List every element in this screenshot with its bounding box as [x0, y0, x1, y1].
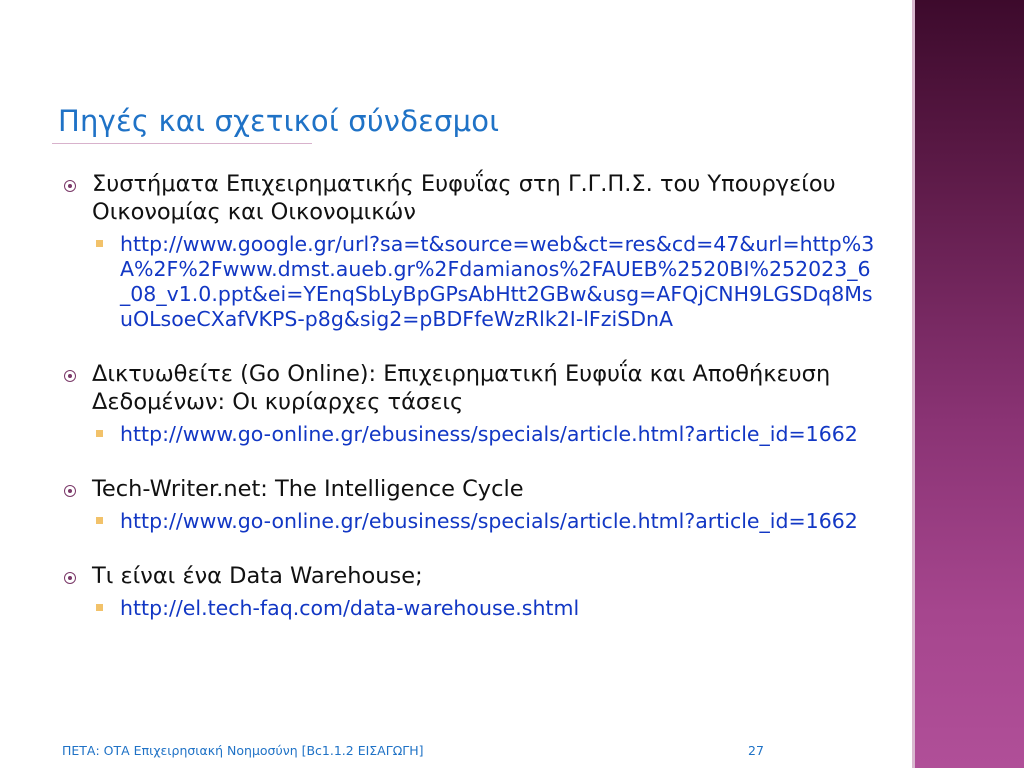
- page-number: 27: [748, 743, 764, 758]
- sub-item: http://www.go-online.gr/ebusiness/specia…: [92, 422, 890, 447]
- source-link[interactable]: http://www.go-online.gr/ebusiness/specia…: [120, 509, 880, 534]
- square-bullet-icon: [96, 430, 103, 437]
- decorative-side-band: [912, 0, 1024, 768]
- list-item: Τι είναι ένα Data Warehouse; http://el.t…: [60, 562, 890, 621]
- circle-bullet-icon: [64, 572, 76, 584]
- slide-footer: ΠΕΤΑ: ΟΤΑ Επιχειρησιακή Νοημοσύνη [Βc1.1…: [62, 743, 424, 758]
- sub-item: http://www.google.gr/url?sa=t&source=web…: [92, 232, 890, 332]
- circle-bullet-icon: [64, 180, 76, 192]
- item-heading: Δικτυωθείτε (Go Online): Επιχειρηματική …: [92, 361, 831, 415]
- title-underline: [52, 143, 312, 144]
- source-link[interactable]: http://www.google.gr/url?sa=t&source=web…: [120, 232, 880, 332]
- list-item: Tech-Writer.net: The Intelligence Cycle …: [60, 475, 890, 534]
- slide-title: Πηγές και σχετικοί σύνδεσμοι: [58, 104, 500, 138]
- circle-bullet-icon: [64, 370, 76, 382]
- square-bullet-icon: [96, 517, 103, 524]
- square-bullet-icon: [96, 604, 103, 611]
- square-bullet-icon: [96, 240, 103, 247]
- source-link[interactable]: http://el.tech-faq.com/data-warehouse.sh…: [120, 596, 880, 621]
- slide-content: Συστήματα Επιχειρηματικής Ευφυΐας στη Γ.…: [60, 170, 890, 649]
- item-heading: Συστήματα Επιχειρηματικής Ευφυΐας στη Γ.…: [92, 171, 836, 225]
- item-heading: Τι είναι ένα Data Warehouse;: [92, 563, 423, 589]
- sub-item: http://www.go-online.gr/ebusiness/specia…: [92, 509, 890, 534]
- circle-bullet-icon: [64, 485, 76, 497]
- list-item: Συστήματα Επιχειρηματικής Ευφυΐας στη Γ.…: [60, 170, 890, 332]
- item-heading: Tech-Writer.net: The Intelligence Cycle: [92, 476, 524, 502]
- sub-item: http://el.tech-faq.com/data-warehouse.sh…: [92, 596, 890, 621]
- list-item: Δικτυωθείτε (Go Online): Επιχειρηματική …: [60, 360, 890, 447]
- source-link[interactable]: http://www.go-online.gr/ebusiness/specia…: [120, 422, 880, 447]
